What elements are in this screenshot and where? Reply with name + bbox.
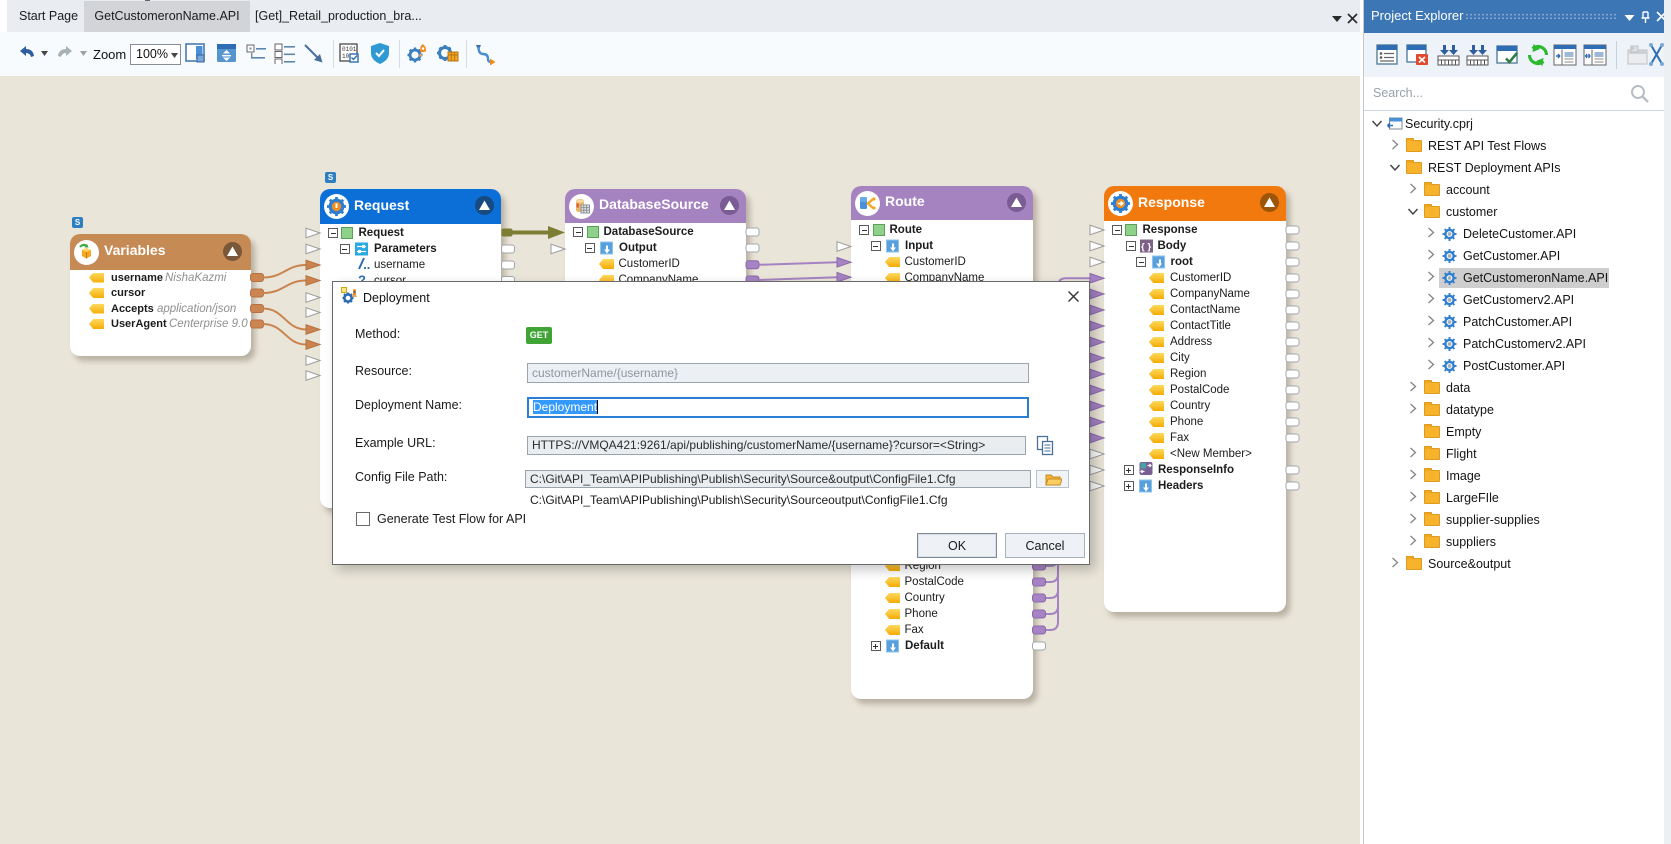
svg-text:}: } bbox=[1147, 242, 1151, 253]
svg-text:0101: 0101 bbox=[342, 46, 357, 53]
svg-text:{: { bbox=[1141, 242, 1145, 253]
svg-text:10: 10 bbox=[342, 53, 350, 60]
